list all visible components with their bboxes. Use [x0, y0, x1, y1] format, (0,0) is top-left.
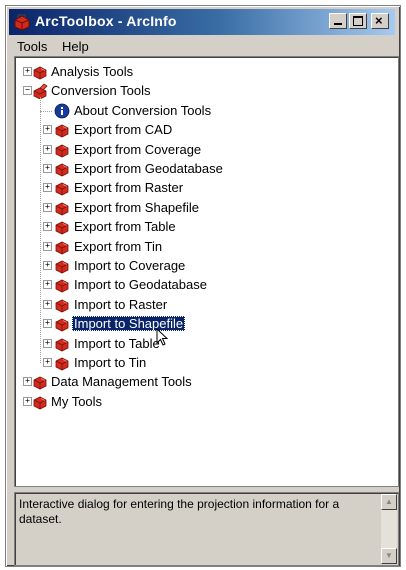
scroll-down-button[interactable]: ▼ [381, 548, 397, 564]
tree-node[interactable]: + Export from CAD [15, 121, 395, 140]
tree-node[interactable]: + Analysis Tools [15, 63, 395, 82]
minimize-icon [334, 23, 342, 25]
arctoolbox-app-icon [14, 14, 30, 31]
menu-bar: Tools Help [9, 37, 395, 57]
tree-node[interactable]: + Export from Coverage [15, 141, 395, 160]
menu-tools[interactable]: Tools [17, 39, 47, 54]
window-title: ArcToolbox - ArcInfo [35, 13, 177, 29]
expand-node-icon[interactable]: + [43, 144, 52, 154]
expand-node-icon[interactable]: + [23, 67, 32, 76]
tree-node[interactable]: + Export from Geodatabase [15, 160, 395, 179]
collapse-node-icon[interactable]: − [23, 86, 32, 96]
expand-node-icon[interactable]: + [43, 183, 52, 193]
tree-node[interactable]: + Export from Raster [15, 179, 395, 198]
toolbox-icon [33, 66, 47, 80]
expand-node-icon[interactable]: + [43, 280, 52, 290]
tree-node[interactable]: About Conversion Tools [15, 102, 395, 121]
toolbox-icon [55, 279, 69, 293]
tree-node[interactable]: + Import to Geodatabase [15, 276, 395, 295]
toolbox-icon [55, 163, 69, 177]
tree-node-label[interactable]: Export from Table [72, 219, 178, 234]
info-icon [54, 103, 70, 119]
expand-node-icon[interactable]: + [43, 338, 52, 348]
mouse-cursor-icon [156, 328, 169, 346]
toolbox-icon [55, 357, 69, 371]
expand-node-icon[interactable]: + [43, 261, 52, 270]
expand-node-icon[interactable]: + [43, 241, 52, 251]
tree-node-label[interactable]: Export from Tin [72, 239, 164, 254]
expand-node-icon[interactable]: + [43, 202, 52, 212]
toolbox-icon [55, 144, 69, 158]
close-icon: × [375, 13, 383, 28]
tree-node[interactable]: + Import to Shapefile [15, 315, 395, 334]
tree-node-label[interactable]: Import to Tin [72, 355, 148, 370]
description-scrollbar[interactable]: ▲ ▼ [381, 494, 397, 564]
tree-node[interactable]: + Export from Shapefile [15, 199, 395, 218]
expand-node-icon[interactable]: + [43, 125, 52, 135]
maximize-button[interactable] [349, 13, 367, 29]
toolbox-icon [55, 338, 69, 352]
tree-node[interactable]: + Data Management Tools [15, 373, 395, 392]
title-bar[interactable]: ArcToolbox - ArcInfo × [9, 9, 395, 35]
tree-node-label[interactable]: Analysis Tools [49, 64, 135, 79]
tree-node[interactable]: + Import to Raster [15, 296, 395, 315]
toolbox-icon [55, 124, 69, 138]
tree-connector [40, 110, 52, 112]
tree-node-label[interactable]: Import to Table [72, 336, 162, 351]
tree-node-label[interactable]: Export from CAD [72, 122, 174, 137]
tree-connector [40, 97, 41, 363]
expand-node-icon[interactable]: + [43, 299, 52, 309]
toolbox-icon [55, 260, 69, 274]
description-panel: Interactive dialog for entering the proj… [14, 492, 399, 566]
toolbox-icon [55, 318, 69, 332]
minimize-button[interactable] [329, 13, 347, 29]
menu-help[interactable]: Help [62, 39, 89, 54]
tree-node-label[interactable]: Data Management Tools [49, 374, 194, 389]
expand-node-icon[interactable]: + [43, 358, 52, 367]
tree-node-label[interactable]: My Tools [49, 394, 104, 409]
tree-node-label[interactable]: Export from Shapefile [72, 200, 201, 215]
toolbox-icon [55, 299, 69, 313]
close-button[interactable]: × [371, 13, 389, 29]
expand-node-icon[interactable]: + [23, 396, 32, 406]
tree-node[interactable]: + Export from Table [15, 218, 395, 237]
tree-node[interactable]: + Import to Tin [15, 354, 395, 373]
expand-node-icon[interactable]: + [43, 222, 52, 232]
tree-node-label[interactable]: Export from Coverage [72, 142, 203, 157]
tree-node-label[interactable]: About Conversion Tools [72, 103, 213, 118]
toolbox-icon [55, 241, 69, 255]
toolbox-icon [55, 221, 69, 235]
tree-node-label[interactable]: Import to Raster [72, 297, 169, 312]
tree-node[interactable]: + Export from Tin [15, 238, 395, 257]
toolbox-tree[interactable]: + Analysis Tools − Conversion Tools About Co… [14, 56, 399, 487]
toolbox-icon [55, 202, 69, 216]
scroll-up-button[interactable]: ▲ [381, 494, 397, 510]
expand-node-icon[interactable]: + [23, 377, 32, 387]
tree-node[interactable]: − Conversion Tools [15, 82, 395, 101]
tree-node[interactable]: + My Tools [15, 393, 395, 412]
tree-node[interactable]: + Import to Coverage [15, 257, 395, 276]
maximize-icon [353, 16, 363, 26]
toolbox-icon [33, 396, 47, 410]
tree-node-label[interactable]: Export from Raster [72, 180, 185, 195]
tree-node-label[interactable]: Conversion Tools [49, 83, 152, 98]
tree-node[interactable]: + Import to Table [15, 335, 395, 354]
tree-node-label[interactable]: Import to Geodatabase [72, 277, 209, 292]
tool-description: Interactive dialog for entering the proj… [19, 497, 340, 526]
expand-node-icon[interactable]: + [43, 164, 52, 173]
toolbox-icon [33, 376, 47, 390]
expand-node-icon[interactable]: + [43, 319, 52, 329]
tree-node-label[interactable]: Import to Coverage [72, 258, 187, 273]
tree-node-label[interactable]: Export from Geodatabase [72, 161, 225, 176]
toolbox-icon [55, 182, 69, 196]
